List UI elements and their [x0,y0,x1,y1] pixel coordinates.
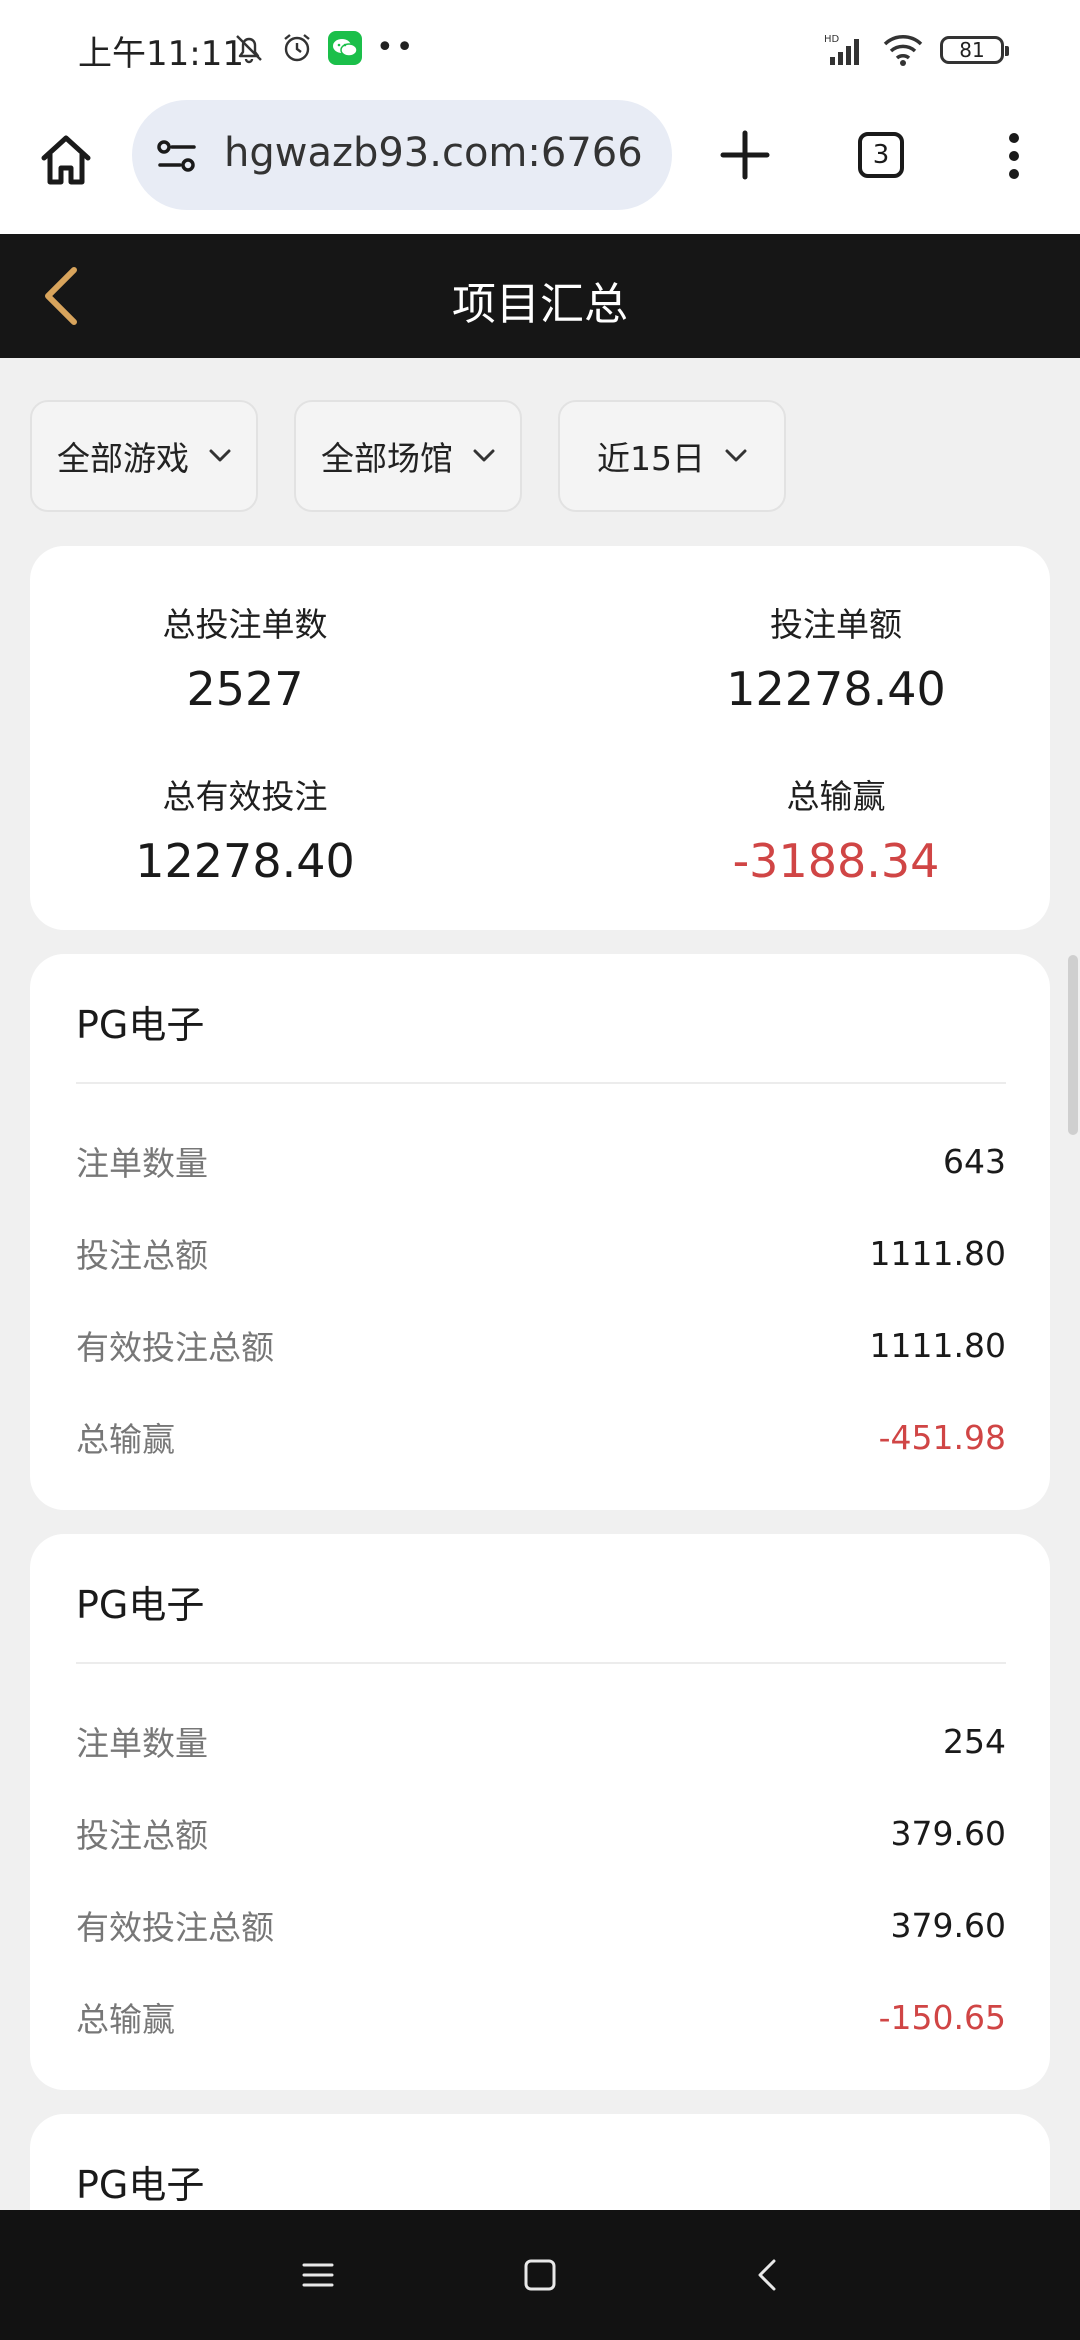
row-value: 1111.80 [869,1233,1006,1273]
battery-level: 81 [959,38,985,62]
stat-value: 12278.40 [726,662,946,716]
stat-value: 2527 [186,662,304,716]
row-label: 总输赢 [76,2000,175,2039]
tab-switcher-button[interactable]: 3 [858,132,904,178]
battery-indicator: 81 [940,36,1009,64]
url-text[interactable]: hgwazb93.com:6766 [224,130,643,176]
stat-label: 总输赢 [786,777,886,816]
chevron-down-icon [209,449,231,462]
filter-date-dropdown[interactable]: 近15日 [558,400,786,512]
divider [76,1082,1006,1084]
row-value: -150.65 [878,1997,1006,2037]
back-icon[interactable] [748,2255,788,2295]
summary-card: 总投注单数 2527 投注单额 12278.40 总有效投注 12278.40 … [30,546,1050,930]
app-header: 项目汇总 [0,234,1080,358]
total-bets-stat: 总投注单数 2527 [45,598,445,716]
row-label: 有效投注总额 [76,1328,274,1367]
system-nav-bar [0,2210,1080,2340]
game-card: PG电子 [30,2114,1050,2210]
stat-label: 投注单额 [770,605,902,644]
row-label: 投注总额 [76,1236,208,1275]
filter-game-dropdown[interactable]: 全部游戏 [30,400,258,512]
game-row-count: 注单数量 643 [76,1136,1006,1186]
stat-value: 12278.40 [135,834,355,888]
more-vertical-icon[interactable] [994,126,1034,186]
address-bar[interactable]: hgwazb93.com:6766 [132,100,672,210]
game-row-win-loss: 总输赢 -150.65 [76,1992,1006,2042]
site-settings-icon[interactable] [154,133,200,179]
divider [76,1662,1006,1664]
stat-label: 总投注单数 [162,605,328,644]
win-loss-stat: 总输赢 -3188.34 [636,770,1036,888]
wifi-icon [883,35,923,66]
filter-bar: 全部游戏 全部场馆 近15日 [30,400,786,512]
game-row-count: 注单数量 254 [76,1716,1006,1766]
home-square-icon[interactable] [520,2255,560,2295]
row-label: 注单数量 [76,1724,208,1763]
wechat-icon [328,31,362,65]
alarm-icon [284,34,310,62]
game-card-title: PG电子 [76,2163,205,2207]
browser-toolbar: hgwazb93.com:6766 3 [0,96,1080,234]
filter-label: 近15日 [597,439,705,478]
chevron-down-icon [725,449,747,462]
svg-text:HD: HD [824,34,840,45]
page-title: 项目汇总 [452,279,628,330]
row-value: 1111.80 [869,1325,1006,1365]
notification-icons: •• [232,28,415,68]
game-row-amount: 投注总额 1111.80 [76,1228,1006,1278]
row-label: 投注总额 [76,1816,208,1855]
row-value: 379.60 [890,1905,1006,1945]
status-bar: 上午11:11 •• HD 81 [0,0,1080,96]
tab-count-label: 3 [872,140,890,170]
valid-bets-stat: 总有效投注 12278.40 [45,770,445,888]
game-card-title: PG电子 [76,1003,205,1047]
row-label: 总输赢 [76,1420,175,1459]
bell-muted-icon [236,35,262,64]
status-time: 上午11:11 [78,34,244,74]
stat-value: -3188.34 [732,834,940,888]
game-card: PG电子 注单数量 643 投注总额 1111.80 有效投注总额 1111.8… [30,954,1050,1510]
signal-icon: HD [824,34,859,65]
row-label: 有效投注总额 [76,1908,274,1947]
game-card-title: PG电子 [76,1583,205,1627]
game-row-win-loss: 总输赢 -451.98 [76,1412,1006,1462]
game-row-valid: 有效投注总额 1111.80 [76,1320,1006,1370]
row-value: 254 [943,1721,1006,1761]
game-card: PG电子 注单数量 254 投注总额 379.60 有效投注总额 379.60 … [30,1534,1050,2090]
home-icon[interactable] [36,130,96,190]
scrollbar-thumb[interactable] [1068,955,1078,1135]
row-value: 643 [943,1141,1006,1181]
filter-label: 全部场馆 [321,439,453,478]
game-row-valid: 有效投注总额 379.60 [76,1900,1006,1950]
bet-amount-stat: 投注单额 12278.40 [636,598,1036,716]
row-value: 379.60 [890,1813,1006,1853]
row-label: 注单数量 [76,1144,208,1183]
game-row-amount: 投注总额 379.60 [76,1808,1006,1858]
stat-label: 总有效投注 [162,777,328,816]
new-tab-icon[interactable] [715,125,775,185]
filter-venue-dropdown[interactable]: 全部场馆 [294,400,522,512]
chevron-down-icon [473,449,495,462]
menu-icon[interactable] [298,2255,338,2295]
row-value: -451.98 [878,1417,1006,1457]
more-notifications-icon: •• [376,30,416,65]
filter-label: 全部游戏 [57,439,189,478]
system-icons: HD 81 [824,30,1009,70]
